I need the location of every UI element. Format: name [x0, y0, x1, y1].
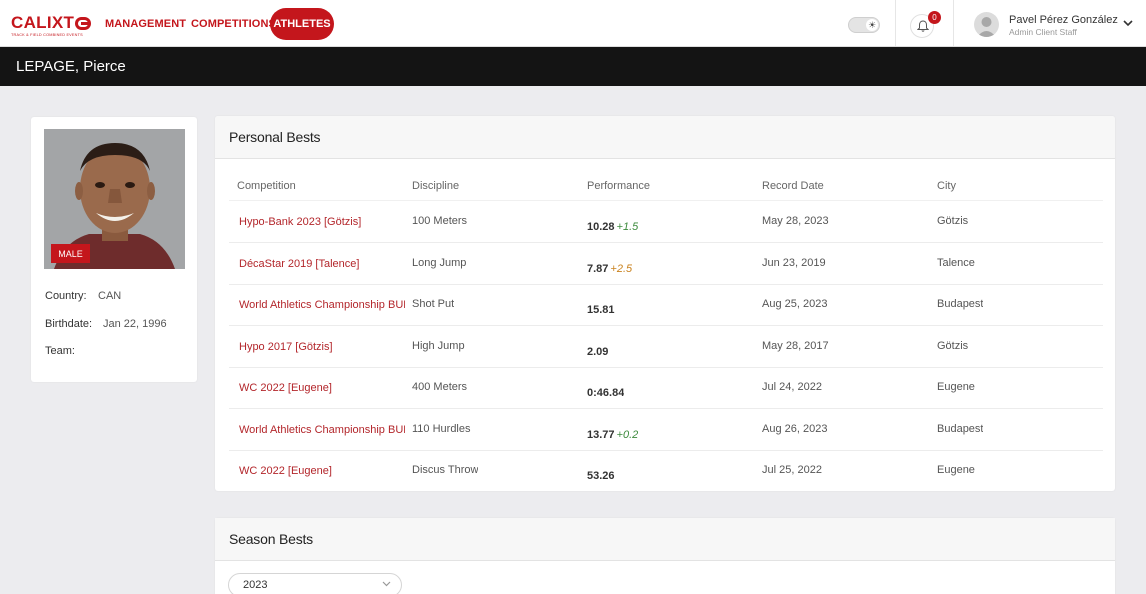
logo-tagline: TRACK & FIELD COMBINED EVENTS	[11, 33, 83, 37]
season-bests-title: Season Bests	[229, 531, 313, 547]
record-date-cell: Aug 25, 2023	[762, 298, 828, 310]
birthdate-value: Jan 22, 1996	[103, 318, 167, 330]
record-date-cell: Jun 23, 2019	[762, 256, 826, 269]
country-label: Country:	[45, 290, 87, 302]
performance-value: 10.28	[587, 221, 615, 233]
performance-cell: 2.09	[587, 332, 608, 373]
competition-link[interactable]: World Athletics Championship BUD	[239, 410, 405, 451]
gender-badge: MALE	[51, 244, 90, 263]
city-cell: Götzis	[937, 215, 969, 227]
performance-value: 2.09	[587, 345, 609, 358]
city-cell: Budapest	[937, 298, 984, 310]
competition-link[interactable]: Hypo 2017 [Götzis]	[239, 327, 405, 368]
wind-reading: +1.5	[616, 221, 639, 233]
table-row[interactable]: World Athletics Championship BUD 110 Hurd…	[229, 410, 1103, 451]
table-row[interactable]: WC 2022 [Eugene] 400 Meters 0:46.84 Jul 24,…	[229, 368, 1103, 409]
city-cell: Götzis	[937, 339, 969, 352]
user-name[interactable]: Pavel Pérez González	[1009, 14, 1118, 26]
performance-cell: 53.26	[587, 456, 615, 491]
team-label: Team:	[45, 345, 75, 357]
season-year-value: 2023	[243, 579, 268, 591]
season-bests-card: Season Bests 2023	[215, 518, 1115, 594]
page-title: LEPAGE, Pierce	[16, 58, 126, 75]
discipline-cell: High Jump	[412, 339, 465, 352]
record-date-cell: May 28, 2023	[762, 215, 829, 227]
notifications-badge: 0	[928, 11, 941, 24]
city-cell: Eugene	[937, 464, 975, 476]
country-value: CAN	[98, 290, 122, 302]
page-title-bar: LEPAGE, Pierce	[0, 47, 1146, 86]
nav-competitions[interactable]: COMPETITIONS	[191, 18, 276, 30]
city-cell: Eugene	[937, 381, 975, 393]
logo-o-mark	[75, 16, 91, 30]
column-header-city[interactable]: City	[937, 180, 956, 192]
calixto-logo[interactable]: CALIXT TRACK & FIELD COMBINED EVENTS	[11, 14, 91, 40]
logo-wordmark: CALIXT	[11, 13, 75, 32]
discipline-cell: 400 Meters	[412, 381, 468, 393]
discipline-cell: 110 Hurdles	[412, 422, 471, 435]
nav-management[interactable]: MANAGEMENT	[105, 18, 186, 30]
performance-cell: 13.77 +0.2	[587, 415, 638, 456]
birthdate-label: Birthdate:	[45, 318, 93, 330]
user-silhouette-icon	[977, 17, 996, 37]
competition-link[interactable]: World Athletics Championship BUD	[239, 285, 405, 326]
nav-athletes-label: ATHLETES	[273, 18, 331, 30]
personal-bests-header: Personal Bests	[215, 116, 1115, 159]
table-row[interactable]: World Athletics Championship BUD Shot Put…	[229, 285, 1103, 326]
header-divider	[895, 0, 896, 46]
user-role: Admin Client Staff	[1009, 27, 1077, 37]
performance-cell: 10.28 +1.5	[587, 207, 638, 248]
personal-bests-card: Personal Bests Competition Discipline Pe…	[215, 116, 1115, 491]
discipline-cell: Discus Throw	[412, 464, 479, 476]
season-bests-header: Season Bests	[215, 518, 1115, 561]
competition-link[interactable]: DécaStar 2019 [Talence]	[239, 244, 405, 285]
performance-value: 15.81	[587, 304, 615, 316]
sun-icon: ☀	[866, 19, 878, 31]
performance-cell: 15.81	[587, 290, 615, 331]
performance-value: 7.87	[587, 262, 609, 275]
performance-cell: 0:46.84	[587, 373, 624, 414]
athlete-photo: MALE	[44, 129, 185, 269]
theme-toggle[interactable]: ☀	[848, 17, 880, 33]
table-header-divider	[229, 200, 1103, 201]
record-date-cell: Jul 24, 2022	[762, 381, 822, 393]
table-row[interactable]: DécaStar 2019 [Talence] Long Jump 7.87 +2.5…	[229, 244, 1103, 285]
season-year-select[interactable]: 2023	[228, 573, 402, 594]
top-navigation: CALIXT TRACK & FIELD COMBINED EVENTS MAN…	[0, 0, 1146, 47]
discipline-cell: 100 Meters	[412, 215, 468, 227]
table-row[interactable]: Hypo-Bank 2023 [Götzis] 100 Meters 10.28 +1…	[229, 202, 1103, 243]
athlete-profile-card: MALE Country: CAN Birthdate: Jan 22, 199…	[31, 117, 197, 382]
personal-bests-title: Personal Bests	[229, 129, 321, 145]
performance-value: 13.77	[587, 428, 615, 441]
city-cell: Talence	[937, 256, 975, 269]
bell-icon	[917, 20, 929, 32]
wind-reading: +0.2	[616, 428, 639, 441]
table-row[interactable]: Hypo 2017 [Götzis] High Jump 2.09 May 28, 2…	[229, 327, 1103, 368]
wind-reading: +2.5	[610, 262, 633, 275]
column-header-competition[interactable]: Competition	[237, 180, 296, 192]
competition-link[interactable]: WC 2022 [Eugene]	[239, 451, 405, 491]
performance-cell: 7.87 +2.5	[587, 249, 632, 290]
discipline-cell: Shot Put	[412, 298, 455, 310]
user-avatar[interactable]	[974, 12, 999, 37]
table-row[interactable]: WC 2022 [Eugene] Discus Throw 53.26 Jul 25,…	[229, 451, 1103, 491]
column-header-discipline[interactable]: Discipline	[412, 180, 459, 192]
record-date-cell: Aug 26, 2023	[762, 422, 828, 435]
column-header-record-date[interactable]: Record Date	[762, 180, 824, 192]
nav-athletes[interactable]: ATHLETES	[270, 8, 334, 40]
competition-link[interactable]: WC 2022 [Eugene]	[239, 368, 405, 409]
performance-value: 53.26	[587, 470, 615, 482]
competition-link[interactable]: Hypo-Bank 2023 [Götzis]	[239, 202, 405, 243]
column-header-performance[interactable]: Performance	[587, 180, 650, 192]
record-date-cell: Jul 25, 2022	[762, 464, 822, 476]
discipline-cell: Long Jump	[412, 256, 467, 269]
record-date-cell: May 28, 2017	[762, 339, 829, 352]
chevron-down-icon	[382, 579, 391, 589]
header-divider	[953, 0, 954, 46]
chevron-down-icon[interactable]	[1123, 16, 1133, 30]
performance-value: 0:46.84	[587, 387, 625, 399]
city-cell: Budapest	[937, 422, 984, 435]
